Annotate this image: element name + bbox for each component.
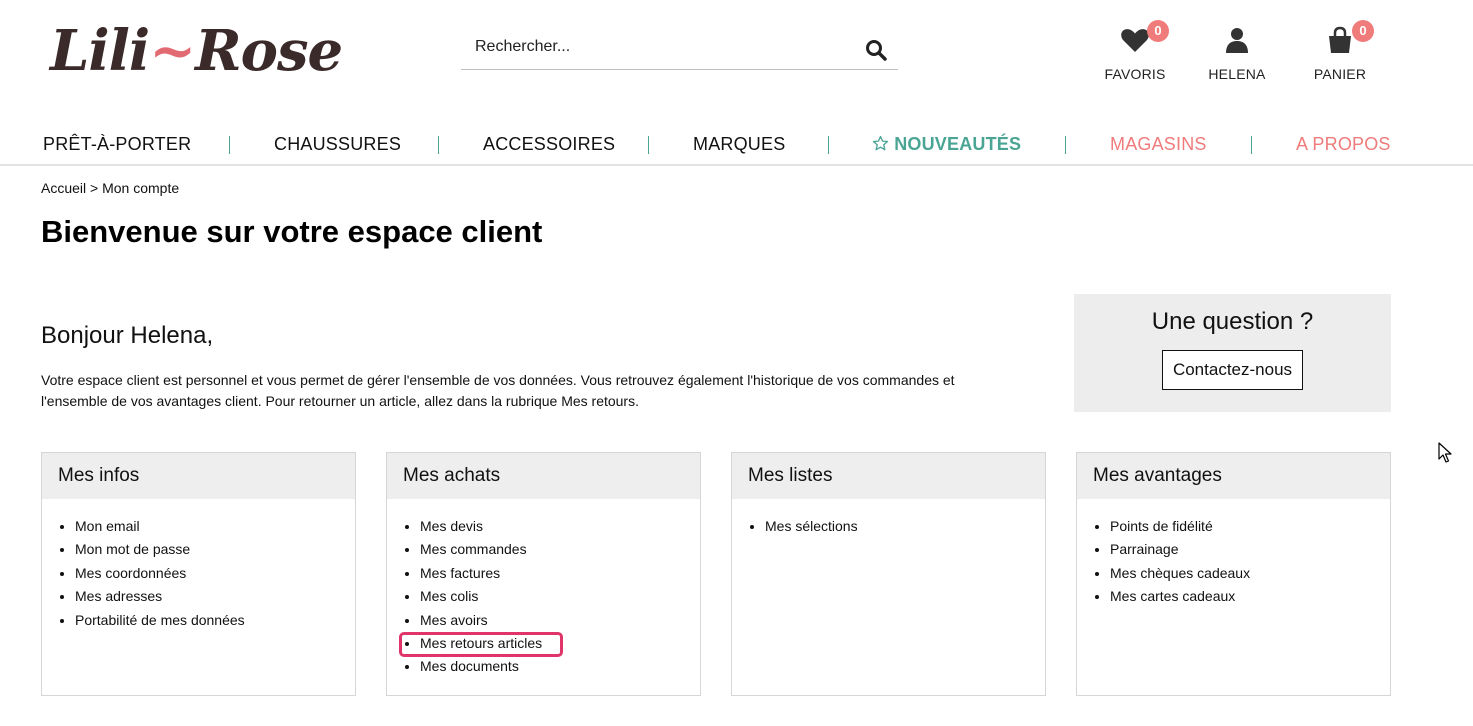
nav-magasins[interactable]: MAGASINS bbox=[1110, 134, 1207, 155]
panel-mes-listes: Mes listes Mes sélections bbox=[731, 452, 1046, 696]
list-item: Portabilité de mes données bbox=[75, 609, 355, 632]
nav-pret-a-porter[interactable]: PRÊT-À-PORTER bbox=[43, 134, 191, 155]
link-mon-mot-de-passe[interactable]: Mon mot de passe bbox=[75, 541, 190, 557]
panel-list: Mon email Mon mot de passe Mes coordonné… bbox=[42, 515, 355, 632]
shopping-bag-icon bbox=[1324, 26, 1356, 60]
link-parrainage[interactable]: Parrainage bbox=[1110, 541, 1179, 557]
list-item: Mes devis bbox=[420, 515, 700, 538]
panel-title: Mes infos bbox=[42, 453, 355, 499]
link-mes-commandes[interactable]: Mes commandes bbox=[420, 541, 527, 557]
heart-icon bbox=[1119, 29, 1151, 60]
list-item: Mes documents bbox=[420, 655, 700, 678]
nav-a-propos[interactable]: A PROPOS bbox=[1296, 134, 1391, 155]
nav-separator bbox=[648, 136, 649, 154]
breadcrumb-current: Mon compte bbox=[102, 180, 180, 196]
contact-button[interactable]: Contactez-nous bbox=[1161, 350, 1304, 390]
logo-text: Lili~Rose bbox=[50, 18, 343, 84]
question-box: Une question ? Contactez-nous bbox=[1074, 294, 1391, 412]
panel-list: Points de fidélité Parrainage Mes chèque… bbox=[1077, 515, 1390, 609]
user-icon bbox=[1221, 28, 1253, 60]
link-cartes-cadeaux[interactable]: Mes cartes cadeaux bbox=[1110, 588, 1235, 604]
list-item: Mon mot de passe bbox=[75, 538, 355, 561]
favorites-link[interactable]: 0 FAVORIS bbox=[1085, 20, 1185, 82]
breadcrumb: Accueil > Mon compte bbox=[41, 180, 179, 196]
cart-label: PANIER bbox=[1313, 66, 1367, 82]
panel-list: Mes sélections bbox=[732, 515, 1045, 538]
list-item: Mes commandes bbox=[420, 538, 700, 561]
link-mes-devis[interactable]: Mes devis bbox=[420, 518, 483, 534]
highlight-box bbox=[399, 632, 563, 657]
link-mes-documents[interactable]: Mes documents bbox=[420, 658, 519, 674]
link-mes-adresses[interactable]: Mes adresses bbox=[75, 588, 162, 604]
list-item: Mes colis bbox=[420, 585, 700, 608]
nav-separator bbox=[438, 136, 439, 154]
favorites-label: FAVORIS bbox=[1104, 66, 1166, 82]
nav-separator bbox=[229, 136, 230, 154]
panel-title: Mes listes bbox=[732, 453, 1045, 499]
page-title: Bienvenue sur votre espace client bbox=[41, 214, 543, 249]
nav-separator bbox=[1251, 136, 1252, 154]
panel-title: Mes achats bbox=[387, 453, 700, 499]
intro-line: l'ensemble de vos avantages client. Pour… bbox=[41, 393, 639, 409]
list-item: Mes cartes cadeaux bbox=[1110, 585, 1390, 608]
question-title: Une question ? bbox=[1151, 308, 1314, 335]
breadcrumb-separator: > bbox=[90, 180, 99, 196]
breadcrumb-home[interactable]: Accueil bbox=[41, 180, 86, 196]
link-mon-email[interactable]: Mon email bbox=[75, 518, 140, 534]
nav-marques[interactable]: MARQUES bbox=[693, 134, 785, 155]
nav-separator bbox=[1065, 136, 1066, 154]
search-bar bbox=[461, 28, 898, 70]
nav-nouveautes-label: NOUVEAUTÉS bbox=[894, 134, 1022, 154]
list-item: Mes factures bbox=[420, 562, 700, 585]
link-cheques-cadeaux[interactable]: Mes chèques cadeaux bbox=[1110, 565, 1250, 581]
search-icon[interactable] bbox=[864, 38, 888, 62]
favorites-count-badge: 0 bbox=[1147, 20, 1169, 42]
site-logo[interactable]: Lili~Rose bbox=[50, 8, 343, 94]
panel-mes-infos: Mes infos Mon email Mon mot de passe Mes… bbox=[41, 452, 356, 696]
link-mes-coordonnees[interactable]: Mes coordonnées bbox=[75, 565, 186, 581]
link-points-fidelite[interactable]: Points de fidélité bbox=[1110, 518, 1213, 534]
list-item: Mes coordonnées bbox=[75, 562, 355, 585]
link-mes-factures[interactable]: Mes factures bbox=[420, 565, 500, 581]
list-item: Points de fidélité bbox=[1110, 515, 1390, 538]
cart-link[interactable]: 0 PANIER bbox=[1290, 20, 1390, 82]
link-mes-avoirs[interactable]: Mes avoirs bbox=[420, 612, 488, 628]
nav-separator bbox=[828, 136, 829, 154]
intro-line: Votre espace client est personnel et vou… bbox=[41, 372, 955, 388]
list-item: Mes chèques cadeaux bbox=[1110, 562, 1390, 585]
account-label: HELENA bbox=[1208, 66, 1266, 82]
link-mes-colis[interactable]: Mes colis bbox=[420, 588, 478, 604]
list-item: Mes adresses bbox=[75, 585, 355, 608]
panel-mes-achats: Mes achats Mes devis Mes commandes Mes f… bbox=[386, 452, 701, 696]
main-nav: PRÊT-À-PORTER CHAUSSURES ACCESSOIRES MAR… bbox=[0, 118, 1473, 166]
star-icon bbox=[872, 134, 889, 154]
list-item: Parrainage bbox=[1110, 538, 1390, 561]
greeting: Bonjour Helena, bbox=[41, 322, 214, 349]
panel-title: Mes avantages bbox=[1077, 453, 1390, 499]
mouse-cursor-icon bbox=[1438, 442, 1454, 464]
intro-text: Votre espace client est personnel et vou… bbox=[41, 370, 1001, 412]
list-item: Mon email bbox=[75, 515, 355, 538]
nav-chaussures[interactable]: CHAUSSURES bbox=[274, 134, 401, 155]
search-input[interactable] bbox=[475, 38, 855, 56]
account-link[interactable]: HELENA bbox=[1187, 24, 1287, 82]
panel-mes-avantages: Mes avantages Points de fidélité Parrain… bbox=[1076, 452, 1391, 696]
list-item: Mes avoirs bbox=[420, 609, 700, 632]
link-portabilite[interactable]: Portabilité de mes données bbox=[75, 612, 245, 628]
cart-count-badge: 0 bbox=[1352, 20, 1374, 42]
nav-accessoires[interactable]: ACCESSOIRES bbox=[483, 134, 615, 155]
nav-nouveautes[interactable]: NOUVEAUTÉS bbox=[872, 134, 1021, 155]
list-item: Mes sélections bbox=[765, 515, 1045, 538]
link-mes-selections[interactable]: Mes sélections bbox=[765, 518, 858, 534]
